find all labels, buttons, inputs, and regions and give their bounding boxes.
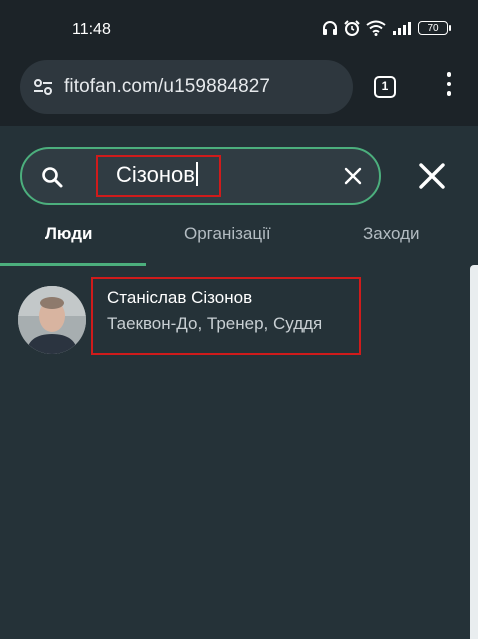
result-roles: Таеквон-До, Тренер, Суддя [107, 314, 323, 333]
text-caret [195, 162, 198, 186]
url-text: fitofan.com/u159884827 [64, 76, 271, 97]
more-menu-icon[interactable] [443, 72, 455, 102]
headphones-icon [323, 21, 337, 35]
wifi-icon [366, 20, 386, 36]
scrollbar[interactable] [470, 265, 478, 639]
status-time: 11:48 [72, 21, 111, 38]
battery-icon: 70 [418, 21, 451, 35]
active-tab-indicator [0, 263, 146, 266]
alarm-icon [344, 20, 360, 36]
search-input-value: Сізонов [116, 162, 195, 187]
avatar [18, 286, 86, 354]
close-search-icon[interactable] [419, 163, 445, 189]
browser-toolbar: fitofan.com/u159884827 1 [0, 58, 478, 126]
tab-people[interactable]: Люди [45, 224, 92, 244]
tab-events[interactable]: Заходи [363, 224, 420, 244]
search-input[interactable]: Сізонов [96, 155, 221, 197]
result-name[interactable]: Станіслав Сізонов [107, 288, 252, 308]
signal-icon [393, 22, 411, 35]
address-bar[interactable]: fitofan.com/u159884827 [20, 60, 353, 114]
site-settings-icon[interactable] [32, 76, 54, 98]
tab-organizations[interactable]: Організації [184, 224, 271, 244]
search-field[interactable]: Сізонов [20, 147, 381, 205]
search-icon [42, 167, 63, 188]
result-tabs: Люди Організації Заходи [0, 210, 478, 266]
status-icons: 70 [322, 20, 451, 36]
tab-switcher-button[interactable]: 1 [374, 76, 396, 98]
status-bar: 11:48 70 [0, 0, 478, 58]
clear-search-icon[interactable] [344, 167, 362, 185]
